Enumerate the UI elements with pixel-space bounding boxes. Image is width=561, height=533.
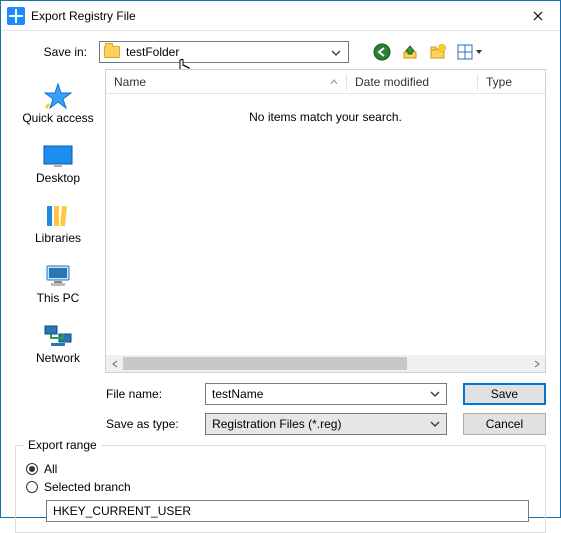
type-row: Save as type: Registration Files (*.reg)…: [1, 409, 560, 439]
scroll-thumb[interactable]: [123, 357, 407, 370]
places-bar: Quick access Desktop Libraries This PC N…: [15, 69, 101, 373]
window-title: Export Registry File: [31, 9, 515, 23]
place-label: Desktop: [36, 171, 80, 185]
export-range-legend: Export range: [24, 438, 101, 452]
branch-value: HKEY_CURRENT_USER: [53, 504, 191, 518]
save-in-label: Save in:: [15, 45, 93, 59]
desktop-icon: [41, 141, 75, 171]
type-value: Registration Files (*.reg): [212, 417, 430, 431]
save-in-value: testFolder: [126, 45, 328, 59]
new-folder-icon: [429, 43, 447, 61]
nav-back-button[interactable]: [371, 41, 393, 63]
place-label: Libraries: [35, 231, 81, 245]
chevron-down-icon: [430, 391, 440, 397]
filename-field[interactable]: testName: [205, 383, 447, 405]
place-label: Network: [36, 351, 80, 365]
place-quick-access[interactable]: Quick access: [15, 75, 101, 133]
view-menu-icon: [457, 43, 483, 61]
column-type-label: Type: [486, 75, 512, 89]
place-label: Quick access: [22, 111, 93, 125]
radio-all[interactable]: [26, 463, 38, 475]
scroll-left-icon[interactable]: [106, 355, 123, 372]
file-list-area: Name Date modified Type No items match y…: [105, 69, 546, 373]
chevron-down-icon: [430, 421, 440, 427]
scroll-right-icon[interactable]: [528, 355, 545, 372]
column-header-row: Name Date modified Type: [106, 70, 545, 94]
column-name[interactable]: Name: [106, 75, 346, 89]
nav-up-button[interactable]: [399, 41, 421, 63]
type-field[interactable]: Registration Files (*.reg): [205, 413, 447, 435]
cancel-button[interactable]: Cancel: [463, 413, 546, 435]
horizontal-scrollbar[interactable]: [106, 355, 545, 372]
column-date-label: Date modified: [355, 75, 429, 89]
radio-all-row[interactable]: All: [26, 462, 535, 476]
type-label: Save as type:: [106, 417, 189, 431]
up-icon: [401, 43, 419, 61]
place-label: This PC: [37, 291, 80, 305]
filename-label: File name:: [106, 387, 189, 401]
scroll-track[interactable]: [123, 355, 528, 372]
sort-asc-icon: [330, 79, 338, 85]
titlebar: Export Registry File: [1, 1, 560, 31]
place-this-pc[interactable]: This PC: [15, 255, 101, 313]
chevron-down-icon: [328, 45, 344, 59]
close-button[interactable]: [515, 1, 560, 30]
radio-selected[interactable]: [26, 481, 38, 493]
this-pc-icon: [41, 261, 75, 291]
column-date[interactable]: Date modified: [347, 75, 477, 89]
place-network[interactable]: Network: [15, 315, 101, 373]
content-area: Quick access Desktop Libraries This PC N…: [1, 69, 560, 373]
save-in-combo[interactable]: testFolder: [99, 41, 349, 63]
radio-selected-label: Selected branch: [44, 480, 131, 494]
libraries-icon: [41, 201, 75, 231]
nav-new-folder-button[interactable]: [427, 41, 449, 63]
place-desktop[interactable]: Desktop: [15, 135, 101, 193]
close-icon: [533, 11, 543, 21]
cancel-button-label: Cancel: [486, 417, 523, 431]
save-in-row: Save in: testFolder: [1, 31, 560, 69]
place-libraries[interactable]: Libraries: [15, 195, 101, 253]
filename-row: File name: testName Save: [1, 379, 560, 409]
save-button[interactable]: Save: [463, 383, 546, 405]
back-icon: [373, 43, 391, 61]
radio-selected-row[interactable]: Selected branch: [26, 480, 535, 494]
filename-value: testName: [212, 387, 430, 401]
nav-view-button[interactable]: [455, 41, 485, 63]
app-icon: [7, 7, 25, 25]
empty-message: No items match your search.: [106, 94, 545, 124]
column-type[interactable]: Type: [478, 75, 545, 89]
radio-all-label: All: [44, 462, 57, 476]
branch-input[interactable]: HKEY_CURRENT_USER: [46, 500, 529, 522]
save-button-label: Save: [491, 387, 518, 401]
export-range-group: Export range All Selected branch HKEY_CU…: [15, 445, 546, 533]
network-icon: [41, 321, 75, 351]
column-name-label: Name: [114, 75, 146, 89]
folder-icon: [104, 46, 120, 58]
quick-access-icon: [41, 81, 75, 111]
